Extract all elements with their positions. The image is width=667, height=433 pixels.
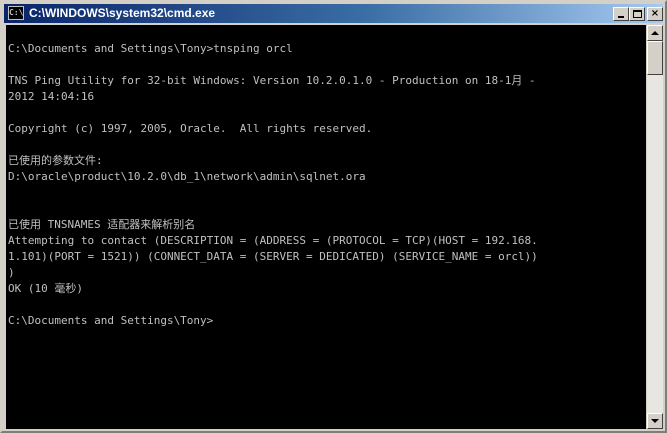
- console-prompt-line: C:\Documents and Settings\Tony>: [8, 314, 214, 327]
- console-line: 已使用 TNSNAMES 适配器来解析别名: [8, 218, 196, 231]
- scroll-thumb[interactable]: [647, 41, 663, 75]
- scroll-down-button[interactable]: [647, 413, 663, 429]
- maximize-icon: [633, 10, 642, 18]
- cmd-app-icon[interactable]: C:\: [8, 6, 24, 20]
- console-line: ): [8, 266, 15, 279]
- console-line: 1.101)(PORT = 1521)) (CONNECT_DATA = (SE…: [8, 250, 538, 263]
- console-line: OK (10 毫秒): [8, 282, 83, 295]
- console-line: Attempting to contact (DESCRIPTION = (AD…: [8, 234, 538, 247]
- scroll-up-button[interactable]: [647, 25, 663, 41]
- arrow-up-icon: [651, 31, 659, 35]
- minimize-button[interactable]: [613, 7, 629, 21]
- console-line: TNS Ping Utility for 32-bit Windows: Ver…: [8, 74, 536, 87]
- arrow-down-icon: [651, 419, 659, 423]
- console-output[interactable]: C:\Documents and Settings\Tony>tnsping o…: [6, 25, 646, 429]
- console-line: D:\oracle\product\10.2.0\db_1\network\ad…: [8, 170, 366, 183]
- console-line: Copyright (c) 1997, 2005, Oracle. All ri…: [8, 122, 373, 135]
- title-bar[interactable]: C:\ C:\WINDOWS\system32\cmd.exe ×: [4, 4, 663, 23]
- console-line: C:\Documents and Settings\Tony>tnsping o…: [8, 42, 293, 55]
- console-line: 2012 14:04:16: [8, 90, 95, 103]
- vertical-scrollbar[interactable]: [647, 25, 663, 429]
- cmd-window: C:\ C:\WINDOWS\system32\cmd.exe × C:\Doc…: [0, 0, 667, 433]
- minimize-icon: [618, 16, 624, 18]
- close-button[interactable]: ×: [647, 7, 663, 21]
- maximize-button[interactable]: [629, 7, 645, 21]
- console-line: 已使用的参数文件:: [8, 154, 103, 167]
- close-icon: ×: [650, 8, 660, 19]
- window-title: C:\WINDOWS\system32\cmd.exe: [29, 6, 216, 20]
